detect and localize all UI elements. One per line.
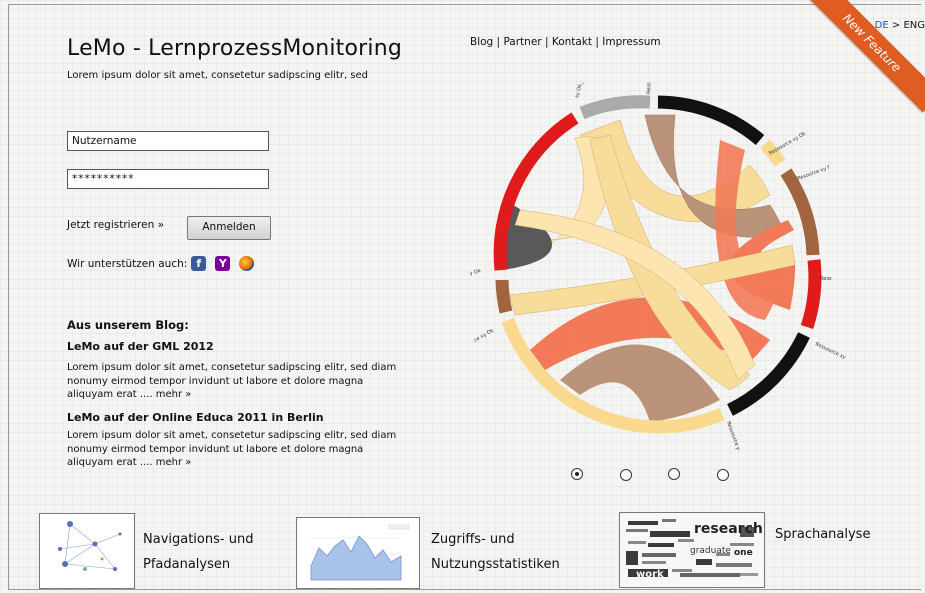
chord-label: Ress xyxy=(820,276,832,282)
firefox-icon[interactable] xyxy=(239,256,255,271)
blog-post-title[interactable]: LeMo auf der GML 2012 xyxy=(67,340,214,353)
chord-diagram[interactable]: sy Ok_ ssbk Ress Ressource xy Ok Resourc… xyxy=(470,80,850,460)
feature-caption[interactable]: Sprachanalyse xyxy=(775,522,870,548)
feature-caption[interactable]: Zugriffs- und xyxy=(431,527,515,553)
access-chart-thumbnail[interactable] xyxy=(296,517,420,589)
svg-text:one: one xyxy=(734,548,753,558)
chord-label: Ressource xy xyxy=(814,341,847,360)
carousel-dot[interactable] xyxy=(571,468,583,480)
chord-label: Resource xy f xyxy=(797,165,831,182)
svg-text:research: research xyxy=(694,521,763,537)
login-button[interactable]: Anmelden xyxy=(187,216,271,240)
chord-label: Ress xyxy=(646,82,652,94)
nav-impressum[interactable]: Impressum xyxy=(602,36,660,48)
chord-arc[interactable] xyxy=(800,259,822,330)
nav-kontakt[interactable]: Kontakt xyxy=(552,36,592,48)
register-link[interactable]: Jetzt registrieren » xyxy=(67,219,164,231)
page-title: LeMo - LernprozessMonitoring xyxy=(67,36,403,61)
feature-caption[interactable]: Navigations- und xyxy=(143,527,253,553)
carousel-dots xyxy=(571,468,731,484)
lang-de[interactable]: DE xyxy=(875,20,889,31)
language-switcher: DE > ENG xyxy=(875,20,925,31)
lang-separator: > xyxy=(888,20,904,31)
top-nav: Blog | Partner | Kontakt | Impressum xyxy=(470,36,661,48)
chord-arc[interactable] xyxy=(579,95,651,120)
blog-post-title[interactable]: LeMo auf der Online Educa 2011 in Berlin xyxy=(67,411,324,424)
chord-arc[interactable] xyxy=(780,168,820,256)
page-subtitle: Lorem ipsum dolor sit amet, consetetur s… xyxy=(67,70,369,81)
blog-post-text: Lorem ipsum dolor sit amet, consetetur s… xyxy=(67,362,397,400)
nav-partner[interactable]: Partner xyxy=(503,36,541,48)
nav-blog[interactable]: Blog xyxy=(470,36,493,48)
chord-label: ce xy Ok xyxy=(473,328,495,344)
support-label: Wir unterstützen auch: xyxy=(67,257,188,270)
chord-label: Ressource xy Ok xyxy=(768,131,807,157)
blog-heading: Aus unserem Blog: xyxy=(67,318,189,332)
carousel-dot[interactable] xyxy=(717,469,729,481)
feature-caption[interactable]: Pfadanalysen xyxy=(143,552,230,578)
chord-ribbon xyxy=(644,114,786,238)
chord-label: Ressource y xyxy=(725,421,741,451)
network-graph-thumbnail[interactable] xyxy=(39,513,135,589)
feature-caption[interactable]: Nutzungsstatistiken xyxy=(431,552,560,578)
blog-post-text: Lorem ipsum dolor sit amet, consetetur s… xyxy=(67,430,397,468)
carousel-dot[interactable] xyxy=(620,469,632,481)
password-field[interactable]: ********** xyxy=(67,169,269,189)
yahoo-icon[interactable]: Y xyxy=(215,256,231,271)
chord-arc[interactable] xyxy=(495,279,513,314)
word-cloud-thumbnail[interactable]: research graduate one work xyxy=(619,512,765,588)
username-field[interactable]: Nutzername xyxy=(67,131,269,151)
svg-text:graduate: graduate xyxy=(690,546,731,556)
carousel-dot[interactable] xyxy=(668,468,680,480)
lang-eng[interactable]: ENG xyxy=(903,20,925,31)
support-row: Wir unterstützen auch: f Y xyxy=(67,256,255,271)
facebook-icon[interactable]: f xyxy=(191,256,207,271)
chord-label: y Ok xyxy=(470,268,482,277)
svg-text:work: work xyxy=(636,569,664,580)
chord-label: sy Ok_ ssbk xyxy=(574,80,587,99)
